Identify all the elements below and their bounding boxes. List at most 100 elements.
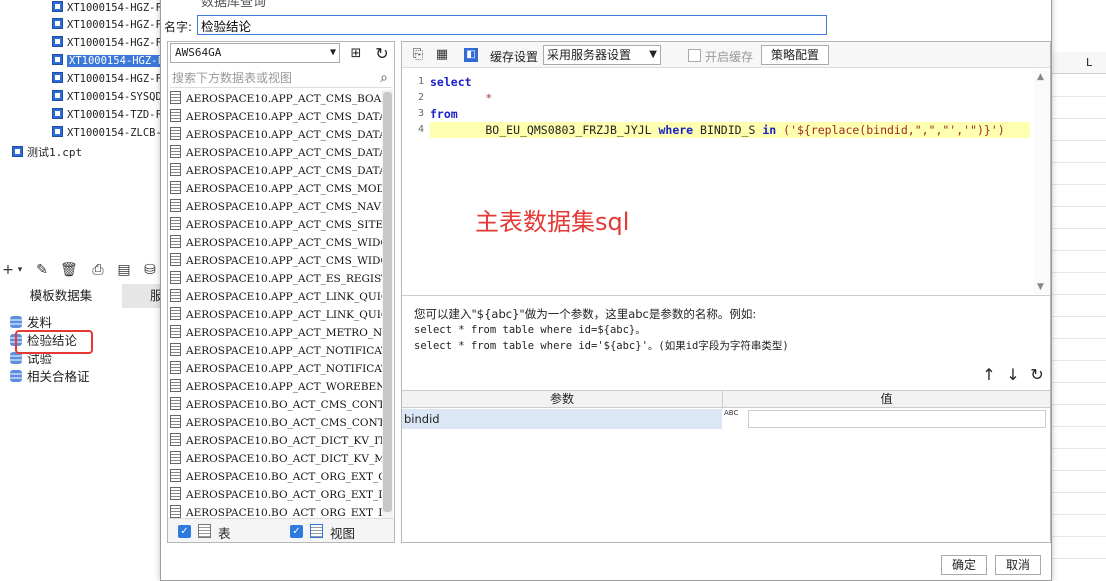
table-icon [198, 524, 211, 538]
table-list-item[interactable]: AEROSPACE10.APP_ACT_CMS_SITE [170, 216, 382, 234]
save-icon[interactable]: ▦ [434, 47, 450, 63]
edit-connection-button[interactable]: ⊞ [344, 43, 368, 63]
table-list-scrollbar[interactable] [382, 90, 393, 518]
sql-scrollbar[interactable]: ▲ ▼ [1034, 70, 1049, 294]
hint-line: 您可以建入"${abc}"做为一个参数，这里abc是参数的名称。例如: [414, 307, 757, 321]
tree-item-selected[interactable]: XT1000154-HGZ-F [52, 53, 166, 70]
table-list-item[interactable]: AEROSPACE10.APP_ACT_NOTIFICATION_ [170, 360, 382, 378]
sql-keyword: in [762, 123, 777, 137]
edit-icon[interactable]: ✎ [34, 262, 50, 278]
sql-line: select [430, 74, 1030, 90]
report-file-icon [52, 126, 63, 137]
grid-line [1052, 294, 1106, 295]
name-input[interactable] [197, 15, 827, 35]
strategy-config-button[interactable]: 策略配置 [761, 45, 829, 65]
table-list-item[interactable]: AEROSPACE10.APP_ACT_CMS_DATA_READ [170, 144, 382, 162]
table-list-item[interactable]: AEROSPACE10.APP_ACT_CMS_WIDGET [170, 234, 382, 252]
table-list-item[interactable]: AEROSPACE10.BO_ACT_CMS_CONTENT [170, 396, 382, 414]
column-label: L [1086, 56, 1093, 69]
name-label: 名字: [164, 20, 193, 34]
connection-select[interactable]: AWS64GA ▼ [170, 43, 340, 63]
table-list-item[interactable]: AEROSPACE10.APP_ACT_LINK_QUICKLY_ [170, 306, 382, 324]
table-row[interactable]: bindid ABC [402, 408, 1050, 430]
table-icon [170, 163, 181, 176]
cache-mode-select[interactable]: 采用服务器设置 ▼ [543, 45, 661, 65]
dataset-item[interactable]: 相关合格证 [10, 368, 90, 386]
table-list-item[interactable]: AEROSPACE10.BO_ACT_DICT_KV_ITEM [170, 432, 382, 450]
show-tables-label: 表 [218, 526, 231, 541]
report-file-icon [52, 72, 63, 83]
grid-line [1052, 96, 1106, 97]
edit-param-icon[interactable]: ▤ [116, 262, 132, 278]
open-cache-checkbox[interactable] [688, 49, 701, 62]
chevron-up-icon[interactable]: ▲ [1037, 72, 1044, 82]
parameter-table: 参数 值 bindid ABC [402, 390, 1050, 430]
grid-line [1052, 140, 1106, 141]
hint-line: select * from table where id='${abc}'。(如… [414, 340, 789, 352]
name-row: 名字: [161, 13, 1051, 37]
table-list-item[interactable]: AEROSPACE10.APP_ACT_CMS_WIDGET_MO [170, 252, 382, 270]
table-list-item[interactable]: AEROSPACE10.BO_ACT_CMS_CONTENT_HI [170, 414, 382, 432]
param-type-icon[interactable]: ABC [724, 409, 746, 429]
parameter-hint: 您可以建入"${abc}"做为一个参数，这里abc是参数的名称。例如: sele… [414, 306, 789, 354]
table-icon [170, 199, 181, 212]
grid-line [1052, 184, 1106, 185]
database-icon[interactable]: ⛁ [142, 262, 158, 278]
search-icon[interactable]: ⌕ [380, 68, 388, 88]
close-icon[interactable]: ✕ [1025, 0, 1037, 5]
table-list-item[interactable]: AEROSPACE10.APP_ACT_CMS_MODULE [170, 180, 382, 198]
table-list-item[interactable]: AEROSPACE10.APP_ACT_LINK_QUICKLY [170, 288, 382, 306]
tab-server-data[interactable]: 服 [122, 284, 163, 308]
preview-icon[interactable]: ⎘ [410, 47, 426, 63]
sql-editor[interactable]: 1 2 3 4 select * from BO_EU_QMS0803_FRZJ… [402, 70, 1050, 296]
table-list-item[interactable]: AEROSPACE10.BO_ACT_ORG_EXT_DEPT [170, 504, 382, 518]
tree-item[interactable]: XT1000154-HGZ-F [52, 35, 162, 52]
tree-item[interactable]: XT1000154-HGZ-F [52, 17, 162, 34]
tree-item[interactable]: XT1000154-SYSQD [52, 89, 162, 106]
table-search-input[interactable]: 搜索下方数据表或视图 ⌕ [170, 68, 392, 88]
show-tables-checkbox[interactable]: ✓ [178, 525, 191, 538]
sql-code: select * from BO_EU_QMS0803_FRZJB_JYJL w… [430, 74, 1030, 138]
table-list-item[interactable]: AEROSPACE10.APP_ACT_CMS_BOARD [170, 90, 382, 108]
table-list-item[interactable]: AEROSPACE10.APP_ACT_WOREBENCH_C_A [170, 378, 382, 396]
refresh-icon[interactable]: ↻ [1028, 366, 1046, 384]
table-list-item[interactable]: AEROSPACE10.APP_ACT_METRO_NAV [170, 324, 382, 342]
preview-icon[interactable]: ⎙ [90, 262, 106, 278]
table-icon [170, 217, 181, 230]
grid-line [1052, 382, 1106, 383]
tree-item[interactable]: XT1000154-HGZ-F [52, 71, 162, 88]
grid-line [1052, 206, 1106, 207]
show-views-checkbox[interactable]: ✓ [290, 525, 303, 538]
tree-item[interactable]: XT1000154-TZD-F [52, 107, 162, 124]
table-list-item[interactable]: AEROSPACE10.APP_ACT_ES_REGISTREMA [170, 270, 382, 288]
table-list-item[interactable]: AEROSPACE10.APP_ACT_CMS_NAVIGATIO [170, 198, 382, 216]
scrollbar-thumb[interactable] [383, 92, 392, 512]
table-icon [170, 253, 181, 266]
hint-line: select * from table where id=${abc}。 [414, 324, 646, 336]
param-name-cell[interactable]: bindid [402, 409, 722, 429]
table-list-item[interactable]: AEROSPACE10.APP_ACT_NOTIFICATION_ [170, 342, 382, 360]
delete-icon[interactable]: 🗑 [60, 262, 78, 278]
tab-template-data[interactable]: 模板数据集 [0, 284, 122, 308]
root-report-file[interactable]: 测试1.cpt [12, 144, 82, 160]
column-header [1052, 52, 1106, 74]
chevron-down-icon[interactable]: ▾ [12, 262, 28, 278]
tree-item[interactable]: XT1000154-ZLCB- [52, 125, 162, 142]
grid-line [1052, 426, 1106, 427]
refresh-button[interactable]: ↻ [370, 43, 394, 63]
arrow-down-icon[interactable]: ↓ [1004, 366, 1022, 384]
line-number: 1 [417, 76, 424, 87]
param-value-input[interactable] [748, 410, 1046, 428]
table-list-item[interactable]: AEROSPACE10.APP_ACT_CMS_DATA_REPL [170, 162, 382, 180]
chevron-down-icon[interactable]: ▼ [1037, 282, 1044, 292]
arrow-up-icon[interactable]: ↑ [980, 366, 998, 384]
cancel-button[interactable]: 取消 [995, 555, 1041, 575]
table-list-item[interactable]: AEROSPACE10.APP_ACT_CMS_DATA_FAVO [170, 126, 382, 144]
table-list-item[interactable]: AEROSPACE10.BO_ACT_ORG_EXT_COMPAN [170, 468, 382, 486]
table-list-item[interactable]: AEROSPACE10.BO_ACT_ORG_EXT_DEPT [170, 486, 382, 504]
ok-button[interactable]: 确定 [941, 555, 987, 575]
table-list-item[interactable]: AEROSPACE10.BO_ACT_DICT_KV_MAIN [170, 450, 382, 468]
table-list-item[interactable]: AEROSPACE10.APP_ACT_CMS_DATA [170, 108, 382, 126]
editor-toolbar: ⎘ ▦ ◧ 缓存设置 采用服务器设置 ▼ 开启缓存 策略配置 [402, 42, 1050, 68]
tree-item[interactable]: XT1000154-HGZ-F [52, 0, 162, 17]
